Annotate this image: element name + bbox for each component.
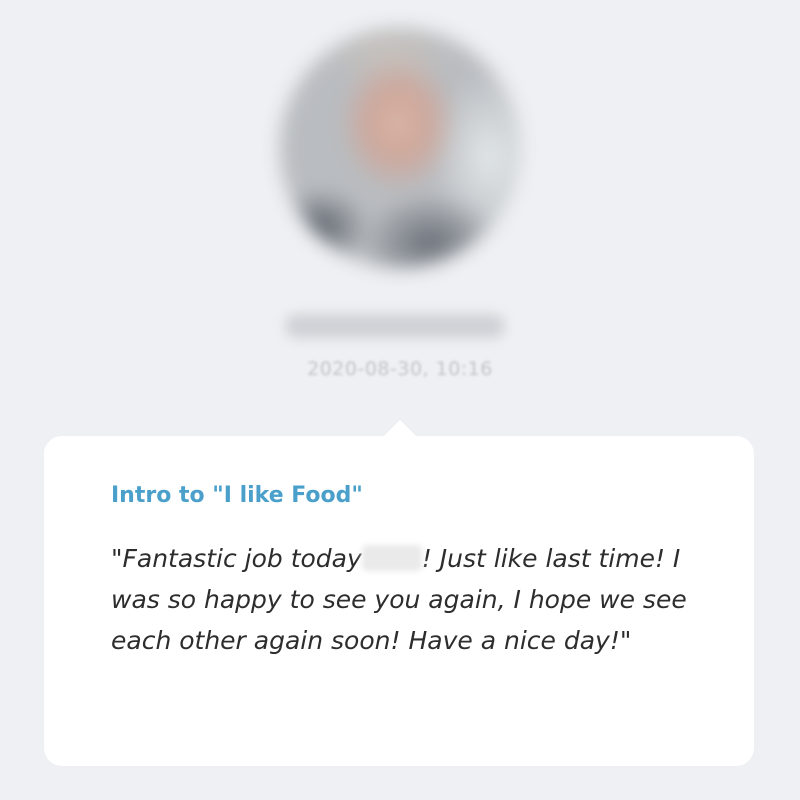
- redacted-name: [361, 545, 422, 572]
- card-message-part1: "Fantastic job today: [111, 544, 362, 574]
- timestamp: 2020-08-30, 10:16: [307, 358, 493, 380]
- message-card: Intro to "I like Food" "Fantastic job to…: [44, 420, 754, 766]
- card-title: Intro to "I like Food": [111, 483, 363, 508]
- card-message: "Fantastic job today! Just like last tim…: [111, 538, 714, 661]
- avatar-blurred: [280, 28, 520, 268]
- user-name-blurred: [285, 314, 505, 338]
